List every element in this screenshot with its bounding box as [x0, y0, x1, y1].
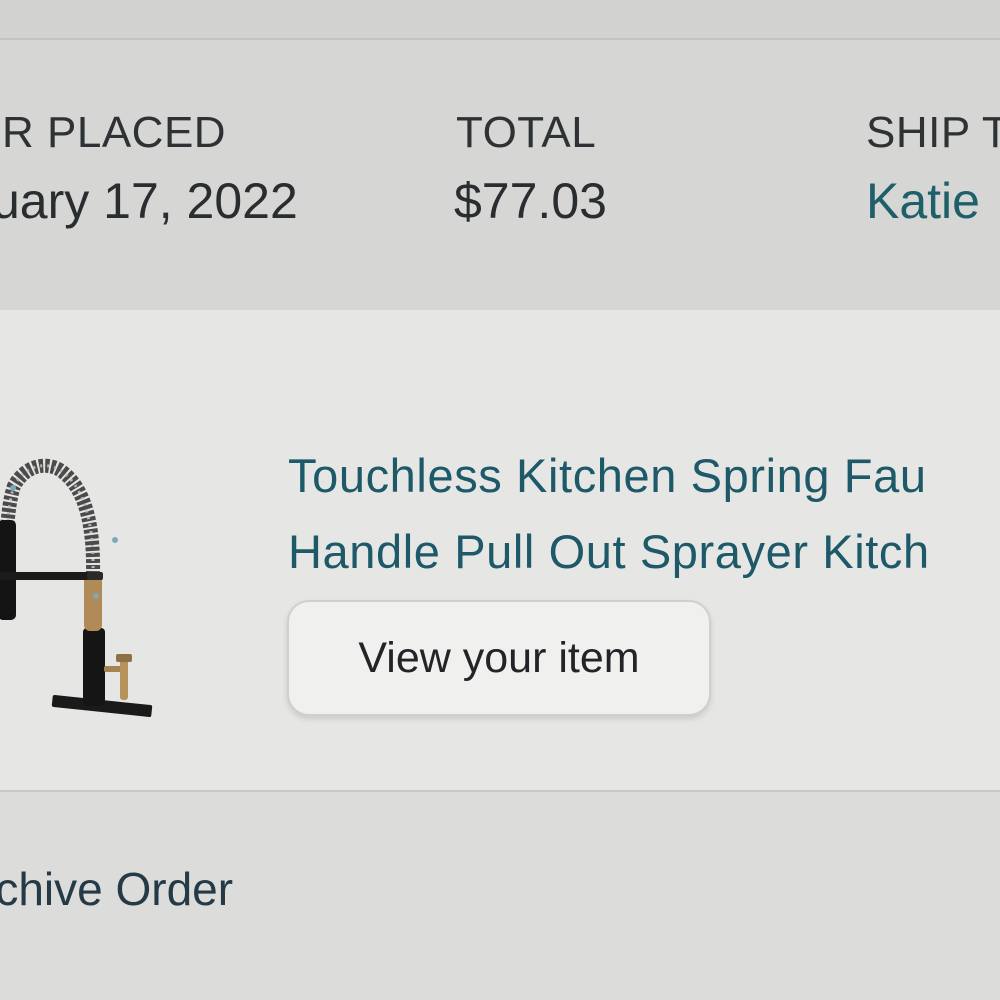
- product-title-line-1[interactable]: Touchless Kitchen Spring Fau: [288, 438, 1000, 514]
- product-title-line-2[interactable]: Handle Pull Out Sprayer Kitch: [288, 514, 1000, 590]
- order-total-label: TOTAL: [456, 108, 597, 157]
- product-title-link[interactable]: Touchless Kitchen Spring Fau Handle Pull…: [288, 438, 1000, 590]
- ship-to-label: SHIP T: [866, 108, 1000, 157]
- order-card-screen: R PLACED uary 17, 2022 TOTAL $77.03 SHIP…: [0, 0, 1000, 1000]
- order-placed-date: uary 17, 2022: [0, 173, 298, 229]
- order-placed-label: R PLACED: [2, 108, 227, 157]
- kitchen-faucet-image[interactable]: [0, 430, 190, 750]
- view-your-item-button[interactable]: View your item: [287, 600, 711, 716]
- archive-order-link[interactable]: rchive Order: [0, 862, 233, 916]
- top-edge: [0, 0, 1000, 40]
- order-total-value: $77.03: [454, 173, 607, 229]
- ship-to-name-link[interactable]: Katie: [866, 172, 980, 230]
